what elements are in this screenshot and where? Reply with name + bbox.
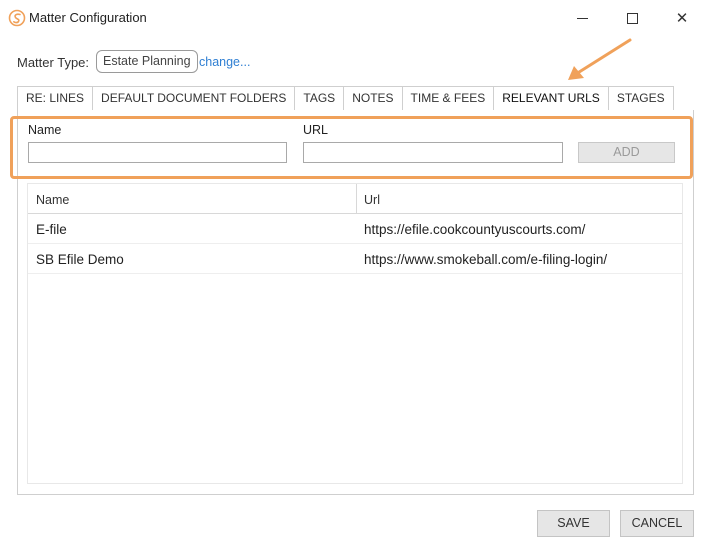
minimize-icon: [576, 17, 588, 19]
column-header-name[interactable]: Name: [36, 193, 69, 207]
tab-notes[interactable]: NOTES: [344, 86, 403, 111]
table-header: Name Url: [28, 184, 682, 214]
add-button[interactable]: ADD: [578, 142, 675, 163]
row-url-cell: https://www.smokeball.com/e-filing-login…: [364, 252, 608, 267]
window-title: Matter Configuration: [29, 10, 147, 25]
url-field-label: URL: [303, 123, 329, 137]
tab-tags[interactable]: TAGS: [295, 86, 345, 111]
callout-arrow-icon: [568, 38, 632, 80]
name-input[interactable]: [28, 142, 287, 163]
smokeball-logo-icon: [8, 9, 26, 27]
save-button[interactable]: SAVE: [537, 510, 610, 537]
maximize-icon: [626, 12, 638, 24]
tab-relevant-urls[interactable]: RELEVANT URLS: [494, 86, 609, 111]
tab-strip: RE: LINES DEFAULT DOCUMENT FOLDERS TAGS …: [17, 86, 674, 111]
close-button[interactable]: ✕: [662, 4, 702, 32]
maximize-button[interactable]: [612, 4, 652, 32]
matter-type-value: Estate Planning: [96, 50, 198, 73]
urls-table: Name Url E-file https://efile.cookcounty…: [27, 183, 683, 484]
row-name-cell: SB Efile Demo: [36, 252, 124, 267]
tab-stages[interactable]: STAGES: [608, 86, 674, 111]
url-input[interactable]: [303, 142, 563, 163]
minimize-button[interactable]: [562, 4, 602, 32]
tab-time-and-fees[interactable]: TIME & FEES: [402, 86, 495, 111]
column-divider[interactable]: [356, 184, 357, 214]
matter-type-label: Matter Type:: [17, 55, 90, 70]
row-url-cell: https://efile.cookcountyuscourts.com/: [364, 222, 586, 237]
tab-re-lines[interactable]: RE: LINES: [17, 86, 94, 111]
table-row[interactable]: E-file https://efile.cookcountyuscourts.…: [28, 214, 682, 244]
cancel-button[interactable]: CANCEL: [620, 510, 694, 537]
title-bar: Matter Configuration ✕: [0, 0, 727, 36]
column-header-url[interactable]: Url: [364, 193, 380, 207]
table-row[interactable]: SB Efile Demo https://www.smokeball.com/…: [28, 244, 682, 274]
change-matter-type-link[interactable]: change...: [199, 55, 250, 69]
tab-default-document-folders[interactable]: DEFAULT DOCUMENT FOLDERS: [93, 86, 296, 111]
row-name-cell: E-file: [36, 222, 67, 237]
name-field-label: Name: [28, 123, 62, 137]
close-icon: ✕: [675, 10, 689, 27]
